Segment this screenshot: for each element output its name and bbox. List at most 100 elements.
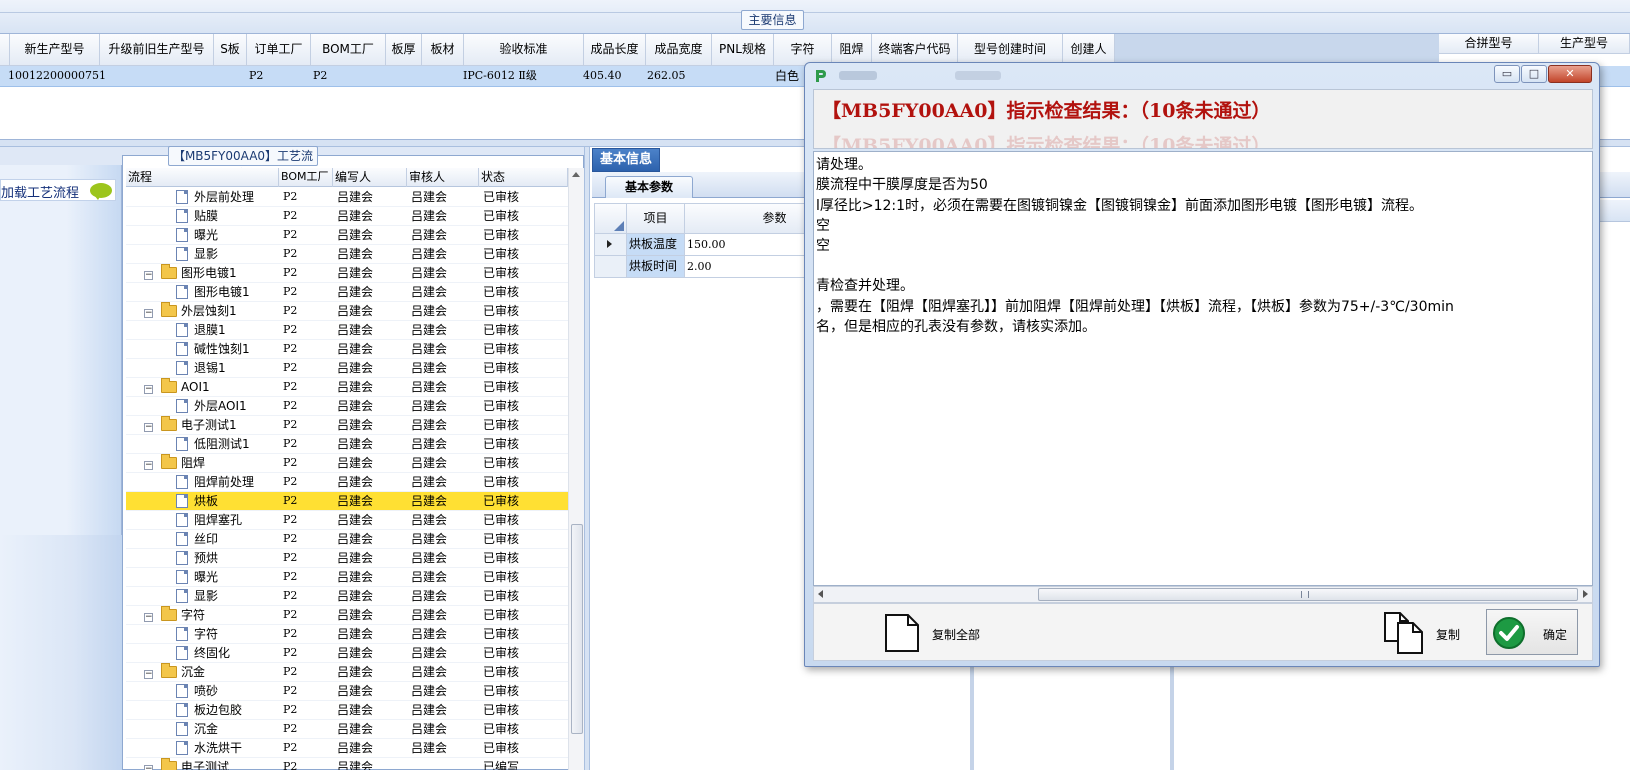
copy-all-button[interactable]: 复制全部 (882, 609, 1002, 657)
tree-row[interactable]: − 图形电镀1 P2 吕建会 吕建会 已审核 (126, 264, 568, 283)
col-header-standard[interactable]: 验收标准 (464, 34, 584, 66)
collapse-toggle-icon[interactable]: − (144, 309, 153, 318)
dialog-message-area[interactable]: 请处理。 膜流程中干膜厚度是否为50 l厚径比>12:1时，必须在需要在图镀铜镍金【… (813, 151, 1593, 586)
tree-node[interactable]: 曝光 (176, 226, 218, 244)
tree-node[interactable]: 外层AOI1 (176, 397, 247, 415)
tree-node[interactable]: 水洗烘干 (176, 739, 242, 757)
tree-row[interactable]: 喷砂 P2 吕建会 吕建会 已审核 (126, 682, 568, 701)
tree-row[interactable]: 终固化 P2 吕建会 吕建会 已审核 (126, 644, 568, 663)
tree-node[interactable]: 退膜1 (176, 321, 226, 339)
tree-row[interactable]: 曝光 P2 吕建会 吕建会 已审核 (126, 226, 568, 245)
col-header-writer[interactable]: 编写人 (333, 168, 407, 187)
col-header-order-factory[interactable]: 订单工厂 (247, 34, 311, 66)
tree-row[interactable]: − 阻焊 P2 吕建会 吕建会 已审核 (126, 454, 568, 473)
tree-row[interactable]: 预烘 P2 吕建会 吕建会 已审核 (126, 549, 568, 568)
tree-row[interactable]: 低阻测试1 P2 吕建会 吕建会 已审核 (126, 435, 568, 454)
col-header-pnl[interactable]: PNL规格 (712, 34, 774, 66)
tree-row[interactable]: 板边包胶 P2 吕建会 吕建会 已审核 (126, 701, 568, 720)
tree-node[interactable]: 字符 (176, 625, 218, 643)
tree-node[interactable]: − 电子测试 (144, 758, 229, 770)
ok-button[interactable]: 确定 (1486, 609, 1578, 655)
tree-row[interactable]: − 沉金 P2 吕建会 吕建会 已审核 (126, 663, 568, 682)
dialog-titlebar[interactable]: ▭ □ ✕ (805, 63, 1599, 89)
tree-node[interactable]: 碱性蚀刻1 (176, 340, 250, 358)
tree-row[interactable]: 曝光 P2 吕建会 吕建会 已审核 (126, 568, 568, 587)
tree-node[interactable]: 外层前处理 (176, 188, 254, 206)
col-header-old-model[interactable]: 升级前旧生产型号 (100, 34, 214, 66)
collapse-toggle-icon[interactable]: − (144, 385, 153, 394)
tree-row[interactable]: 外层前处理 P2 吕建会 吕建会 已审核 (126, 188, 568, 207)
tree-row[interactable]: 贴膜 P2 吕建会 吕建会 已审核 (126, 207, 568, 226)
tab-basic-info[interactable]: 基本信息 (592, 148, 660, 172)
copy-button[interactable]: 复制 (1382, 609, 1478, 657)
tree-row[interactable]: − 电子测试 P2 吕建会 已编写 (126, 758, 568, 770)
col-header-length[interactable]: 成品长度 (584, 34, 646, 66)
tree-node[interactable]: − 外层蚀刻1 (144, 302, 237, 320)
tree-node[interactable]: 显影 (176, 587, 218, 605)
tree-node[interactable]: 曝光 (176, 568, 218, 586)
tab-basic-params[interactable]: 基本参数 (605, 176, 693, 198)
tree-row[interactable]: 阻焊前处理 P2 吕建会 吕建会 已审核 (126, 473, 568, 492)
param-value-cell[interactable]: 2.00 (685, 256, 807, 278)
tree-row[interactable]: 图形电镀1 P2 吕建会 吕建会 已审核 (126, 283, 568, 302)
tree-node[interactable]: − 字符 (144, 606, 205, 624)
load-process-item[interactable]: 加载工艺流程 (0, 179, 116, 201)
tree-node[interactable]: 预烘 (176, 549, 218, 567)
tree-node[interactable]: 显影 (176, 245, 218, 263)
collapse-toggle-icon[interactable]: − (144, 423, 153, 432)
tree-node[interactable]: 低阻测试1 (176, 435, 250, 453)
col-header-item[interactable]: 项目 (627, 203, 685, 234)
col-header-bom-factory[interactable]: BOM工厂 (311, 34, 386, 66)
close-button[interactable]: ✕ (1548, 65, 1592, 83)
col-header-merge-model[interactable]: 合拼型号 (1439, 34, 1539, 54)
col-header-status[interactable]: 状态 (479, 168, 568, 187)
tree-row[interactable]: 显影 P2 吕建会 吕建会 已审核 (126, 587, 568, 606)
tree-node[interactable]: 退锡1 (176, 359, 226, 377)
col-header-width[interactable]: 成品宽度 (646, 34, 712, 66)
tree-row[interactable]: 退锡1 P2 吕建会 吕建会 已审核 (126, 359, 568, 378)
tree-node[interactable]: 阻焊塞孔 (176, 511, 242, 529)
scroll-left-arrow-icon[interactable] (818, 590, 823, 598)
tree-node[interactable]: − AOI1 (144, 378, 210, 396)
tree-vertical-scrollbar[interactable] (568, 168, 584, 770)
tree-row[interactable]: 丝印 P2 吕建会 吕建会 已审核 (126, 530, 568, 549)
col-header-auditor[interactable]: 审核人 (407, 168, 479, 187)
maximize-button[interactable]: □ (1521, 65, 1547, 83)
tree-node[interactable]: 贴膜 (176, 207, 218, 225)
tree-row[interactable]: 字符 P2 吕建会 吕建会 已审核 (126, 625, 568, 644)
collapse-toggle-icon[interactable]: − (144, 613, 153, 622)
tree-row[interactable]: 显影 P2 吕建会 吕建会 已审核 (126, 245, 568, 264)
tree-row[interactable]: − 外层蚀刻1 P2 吕建会 吕建会 已审核 (126, 302, 568, 321)
tree-node[interactable]: 丝印 (176, 530, 218, 548)
tree-node[interactable]: 沉金 (176, 720, 218, 738)
tree-node[interactable]: 终固化 (176, 644, 230, 662)
collapse-toggle-icon[interactable]: − (144, 765, 153, 770)
col-header-process[interactable]: 流程 (126, 168, 279, 187)
tree-node[interactable]: 喷砂 (176, 682, 218, 700)
col-header-bom-factory[interactable]: BOM工厂 (279, 168, 333, 187)
tree-row[interactable]: − 电子测试1 P2 吕建会 吕建会 已审核 (126, 416, 568, 435)
minimize-button[interactable]: ▭ (1494, 65, 1520, 83)
scroll-right-arrow-icon[interactable] (1583, 590, 1588, 598)
tree-node[interactable]: 烘板 (176, 492, 218, 510)
tree-row[interactable]: − 字符 P2 吕建会 吕建会 已审核 (126, 606, 568, 625)
col-header-s-board[interactable]: S板 (214, 34, 247, 66)
param-value-cell[interactable]: 150.00 (685, 234, 807, 256)
col-header-prod-model[interactable]: 生产型号 (1539, 34, 1630, 54)
tree-node[interactable]: − 沉金 (144, 663, 205, 681)
col-header-material[interactable]: 板材 (422, 34, 464, 66)
tree-row[interactable]: 外层AOI1 P2 吕建会 吕建会 已审核 (126, 397, 568, 416)
tree-node[interactable]: 阻焊前处理 (176, 473, 254, 491)
dialog-horizontal-scrollbar[interactable] (813, 586, 1593, 603)
param-name-cell[interactable]: 烘板温度 (627, 234, 685, 256)
tree-row[interactable]: 退膜1 P2 吕建会 吕建会 已审核 (126, 321, 568, 340)
tree-row[interactable]: − AOI1 P2 吕建会 吕建会 已审核 (126, 378, 568, 397)
tree-node[interactable]: − 电子测试1 (144, 416, 237, 434)
tree-row[interactable]: 碱性蚀刻1 P2 吕建会 吕建会 已审核 (126, 340, 568, 359)
tree-row[interactable]: 阻焊塞孔 P2 吕建会 吕建会 已审核 (126, 511, 568, 530)
col-header-new-model[interactable]: 新生产型号 (10, 34, 100, 66)
collapse-toggle-icon[interactable]: − (144, 271, 153, 280)
tree-node[interactable]: 图形电镀1 (176, 283, 250, 301)
tree-node[interactable]: 板边包胶 (176, 701, 242, 719)
collapse-toggle-icon[interactable]: − (144, 670, 153, 679)
